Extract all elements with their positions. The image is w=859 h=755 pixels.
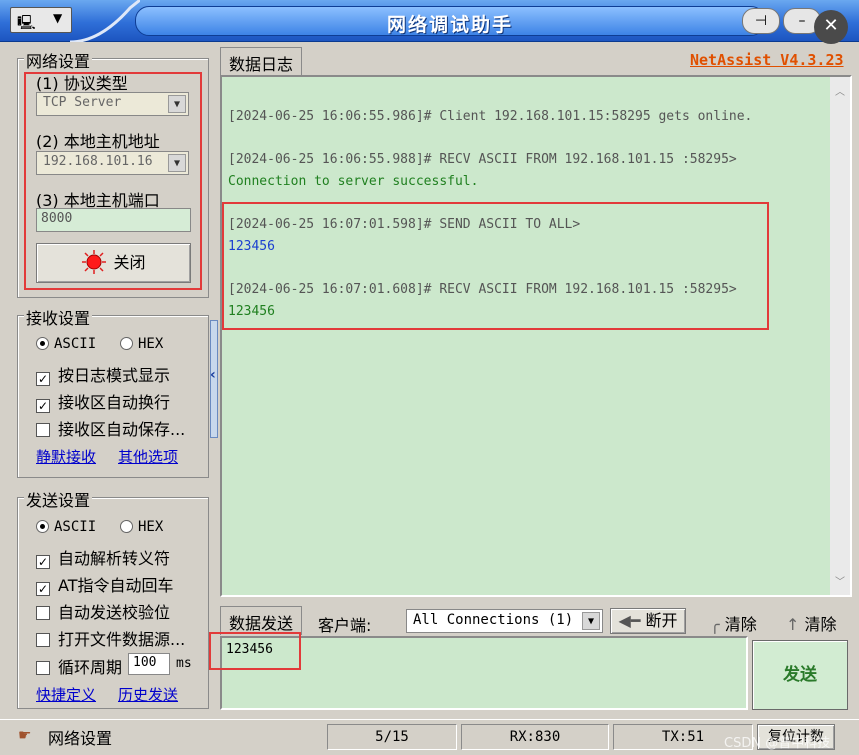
network-settings-title: 网络设置 bbox=[24, 48, 93, 72]
status-page: 5/15 bbox=[327, 724, 457, 750]
title-bar: 🖳 ▼ 网络调试助手 ⊣ – ✕ bbox=[0, 0, 859, 44]
auto-save-checkbox[interactable]: 接收区自动保存... bbox=[36, 416, 185, 440]
client-select[interactable]: All Connections (1) ▼ bbox=[406, 609, 603, 633]
at-cr-checkbox[interactable]: ✓ AT指令自动回车 bbox=[36, 572, 173, 596]
send-button[interactable]: 发送 bbox=[752, 640, 848, 710]
scroll-up-icon[interactable]: ︿ bbox=[832, 83, 848, 99]
tab-data-send[interactable]: 数据发送 bbox=[220, 606, 303, 635]
shortcut-define-link[interactable]: 快捷定义 bbox=[36, 684, 96, 705]
log-scrollbar[interactable]: ︿ ﹀ bbox=[830, 77, 850, 595]
send-ascii-label: ASCII bbox=[54, 519, 97, 535]
log-mode-label: 按日志模式显示 bbox=[58, 366, 171, 385]
system-menu-button[interactable]: 🖳 ▼ bbox=[10, 7, 72, 33]
recv-hex-radio[interactable]: HEX bbox=[120, 336, 163, 352]
receive-log-area[interactable]: [2024-06-25 16:06:55.986]# Client 192.16… bbox=[220, 75, 852, 597]
disconnect-button[interactable]: ◀━ 断开 bbox=[610, 608, 686, 634]
status-rx: RX:830 bbox=[461, 724, 609, 750]
highlight-box-network bbox=[24, 72, 202, 290]
chevron-left-icon[interactable]: ‹ bbox=[210, 367, 216, 383]
unchecked-box bbox=[36, 661, 50, 675]
receive-settings-title: 接收设置 bbox=[24, 305, 93, 329]
status-label: 网络设置 bbox=[48, 729, 113, 748]
window-title: 网络调试助手 bbox=[386, 14, 513, 36]
recv-ascii-label: ASCII bbox=[54, 336, 97, 352]
tab-data-log[interactable]: 数据日志 bbox=[220, 47, 303, 76]
clear-up-icon: ↑ bbox=[786, 615, 805, 634]
auto-save-label: 接收区自动保存... bbox=[58, 420, 186, 439]
close-icon: ✕ bbox=[823, 15, 839, 36]
check-icon: ✓ bbox=[36, 555, 50, 569]
recv-hex-label: HEX bbox=[138, 336, 164, 352]
minimize-icon: – bbox=[798, 13, 806, 29]
loop-checkbox[interactable]: 循环周期 bbox=[36, 654, 122, 678]
radio-dot bbox=[36, 337, 49, 350]
send-hex-radio[interactable]: HEX bbox=[120, 519, 163, 535]
check-icon: ✓ bbox=[36, 399, 50, 413]
file-source-checkbox[interactable]: 打开文件数据源... bbox=[36, 626, 185, 650]
client-label: 客户端: bbox=[318, 616, 372, 635]
recv-ascii-radio[interactable]: ASCII bbox=[36, 336, 96, 352]
log-mode-checkbox[interactable]: ✓ 按日志模式显示 bbox=[36, 362, 170, 386]
auto-wrap-label: 接收区自动换行 bbox=[58, 393, 171, 412]
unchecked-box bbox=[36, 423, 50, 437]
chevron-down-icon: ▼ bbox=[53, 11, 63, 25]
unchecked-box bbox=[36, 633, 50, 647]
escape-checkbox[interactable]: ✓ 自动解析转义符 bbox=[36, 545, 170, 569]
file-source-label: 打开文件数据源... bbox=[58, 630, 186, 649]
status-bar: ☛ 网络设置 5/15 RX:830 TX:51 复位计数 CSDN @普中科技 bbox=[0, 719, 859, 755]
disconnect-label: 断开 bbox=[645, 611, 678, 630]
clear-send-label: 清除 bbox=[724, 615, 757, 634]
radio-dot bbox=[120, 520, 133, 533]
computer-icon: 🖳 bbox=[17, 15, 36, 31]
send-ascii-radio[interactable]: ASCII bbox=[36, 519, 96, 535]
title-band: 网络调试助手 bbox=[135, 6, 765, 36]
other-options-link[interactable]: 其他选项 bbox=[118, 446, 178, 467]
app-window: 🖳 ▼ 网络调试助手 ⊣ – ✕ 网络设置 (1) 协议类型 TCP Serve… bbox=[0, 0, 859, 755]
highlight-box-send bbox=[209, 632, 301, 670]
log-entry-header: [2024-06-25 16:06:55.988]# RECV ASCII FR… bbox=[228, 152, 737, 167]
escape-label: 自动解析转义符 bbox=[58, 549, 171, 568]
highlight-box-log bbox=[222, 202, 769, 330]
arrow-left-icon: ◀━ bbox=[618, 611, 646, 630]
checksum-label: 自动发送校验位 bbox=[58, 603, 171, 622]
client-value: All Connections (1) bbox=[413, 612, 574, 628]
auto-wrap-checkbox[interactable]: ✓ 接收区自动换行 bbox=[36, 389, 170, 413]
scroll-down-icon[interactable]: ﹀ bbox=[832, 573, 848, 589]
clear-receive-button[interactable]: ↑ 清除 bbox=[786, 611, 837, 635]
history-send-link[interactable]: 历史发送 bbox=[118, 684, 178, 705]
radio-dot bbox=[120, 337, 133, 350]
unchecked-box bbox=[36, 606, 50, 620]
check-icon: ✓ bbox=[36, 372, 50, 386]
loop-unit: ms bbox=[176, 656, 192, 671]
radio-dot bbox=[36, 520, 49, 533]
silent-receive-link[interactable]: 静默接收 bbox=[36, 446, 96, 467]
loop-period-input[interactable]: 100 bbox=[128, 653, 170, 675]
clear-icon: ╭ bbox=[710, 615, 725, 634]
watermark: CSDN @普中科技 bbox=[724, 736, 831, 751]
title-curve-decoration bbox=[70, 0, 140, 42]
pin-button[interactable]: ⊣ bbox=[742, 8, 780, 34]
send-hex-label: HEX bbox=[138, 519, 164, 535]
send-settings-title: 发送设置 bbox=[24, 487, 93, 511]
chevron-down-icon[interactable]: ▼ bbox=[582, 612, 600, 630]
hand-pointer-icon: ☛ bbox=[18, 726, 32, 744]
at-cr-label: AT指令自动回车 bbox=[58, 576, 174, 595]
netassist-brand-link[interactable]: NetAssist V4.3.23 bbox=[690, 51, 844, 69]
panel-splitter[interactable]: ‹ bbox=[210, 320, 218, 438]
pin-icon: ⊣ bbox=[754, 13, 768, 29]
checksum-checkbox[interactable]: 自动发送校验位 bbox=[36, 599, 170, 623]
clear-receive-label: 清除 bbox=[804, 615, 837, 634]
check-icon: ✓ bbox=[36, 582, 50, 596]
close-button[interactable]: ✕ bbox=[814, 10, 848, 44]
log-entry-body: Connection to server successful. bbox=[228, 174, 479, 189]
log-entry-header: [2024-06-25 16:06:55.986]# Client 192.16… bbox=[228, 109, 753, 124]
clear-send-button[interactable]: ╭ 清除 bbox=[710, 611, 757, 635]
loop-label: 循环周期 bbox=[58, 658, 123, 677]
